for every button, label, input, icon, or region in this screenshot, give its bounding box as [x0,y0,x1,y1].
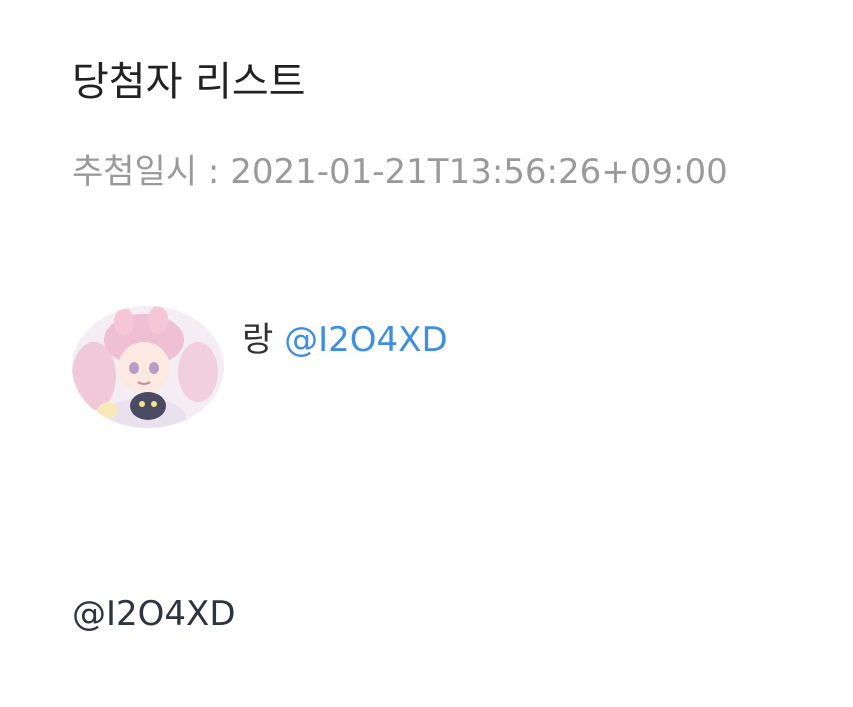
draw-time: 추첨일시 : 2021-01-21T13:56:26+09:00 [72,144,728,200]
winner-entry: 랑 @I2O4XD [242,314,448,366]
draw-time-label: 추첨일시 [72,152,198,192]
winner-list-item: 랑 @I2O4XD [72,306,772,430]
footer-handle: @I2O4XD [72,594,236,634]
avatar[interactable] [72,306,224,428]
winner-handle-link[interactable]: @I2O4XD [284,320,448,360]
page-title: 당첨자 리스트 [72,59,306,105]
draw-time-value: 2021-01-21T13:56:26+09:00 [230,152,728,192]
draw-time-separator: : [197,152,231,192]
anime-character-avatar-icon [72,306,224,428]
winner-name: 랑 [242,320,274,360]
